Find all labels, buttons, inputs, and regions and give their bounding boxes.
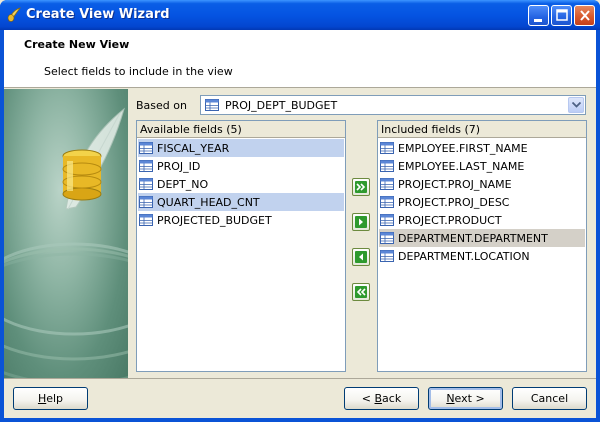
available-fields-header: Available fields (5) (137, 121, 345, 138)
move-left-icon (355, 251, 367, 263)
app-logo-icon (7, 7, 21, 22)
wizard-client-area: Create New View Select fields to include… (4, 30, 596, 418)
wizard-side-image (4, 89, 128, 378)
maximize-button[interactable] (551, 5, 572, 26)
dropdown-button[interactable] (568, 97, 584, 113)
table-field-icon (380, 250, 394, 262)
list-item[interactable]: DEPARTMENT.LOCATION (379, 247, 585, 265)
list-item-label: EMPLOYEE.FIRST_NAME (398, 142, 528, 155)
cancel-button[interactable]: Cancel (512, 387, 587, 410)
title-bar[interactable]: Create View Wizard (0, 0, 600, 30)
list-item-label: FISCAL_YEAR (157, 142, 230, 155)
help-button-label: elp (46, 392, 64, 405)
table-field-icon (205, 99, 219, 111)
next-button[interactable]: Next > (428, 387, 503, 410)
minimize-icon (534, 19, 542, 22)
next-button-mnemonic: N (446, 392, 455, 405)
chevron-down-icon (572, 102, 581, 108)
list-item[interactable]: DEPARTMENT.DEPARTMENT (379, 229, 585, 247)
list-item-label: PROJECTED_BUDGET (157, 214, 272, 227)
minimize-button[interactable] (528, 5, 549, 26)
list-item[interactable]: FISCAL_YEAR (138, 139, 344, 157)
available-fields-header-label: Available fields (5) (140, 123, 242, 136)
close-button[interactable] (574, 5, 595, 26)
move-right-icon (355, 216, 367, 228)
close-icon (580, 10, 590, 21)
list-item[interactable]: PROJECTED_BUDGET (138, 211, 344, 229)
move-all-right-icon (355, 181, 367, 193)
database-feather-illustration (4, 107, 128, 378)
table-field-icon (139, 214, 153, 226)
included-fields-list[interactable]: Included fields (7) EMPLOYEE.FIRST_NAME E… (377, 120, 587, 372)
based-on-value: PROJ_DEPT_BUDGET (225, 99, 338, 112)
help-button-mnemonic: H (37, 392, 47, 405)
list-item[interactable]: PROJ_ID (138, 157, 344, 175)
based-on-label: Based on (136, 99, 187, 112)
table-field-icon (380, 178, 394, 190)
list-item[interactable]: PROJECT.PROJ_DESC (379, 193, 585, 211)
table-field-icon (380, 142, 394, 154)
list-item-label: PROJECT.PRODUCT (398, 214, 502, 227)
included-fields-header-label: Included fields (7) (381, 123, 481, 136)
list-item-label: DEPARTMENT.DEPARTMENT (398, 232, 548, 245)
move-all-left-icon (355, 286, 367, 298)
wizard-window: Create View Wizard Create New View Selec… (0, 0, 600, 422)
list-item[interactable]: PROJECT.PRODUCT (379, 211, 585, 229)
back-button-label: ack (382, 392, 402, 405)
move-all-right-button[interactable] (352, 178, 370, 196)
list-item-label: PROJ_ID (157, 160, 201, 173)
back-button-mnemonic: B (374, 392, 383, 405)
table-field-icon (380, 160, 394, 172)
move-right-button[interactable] (352, 213, 370, 231)
list-item-label: EMPLOYEE.LAST_NAME (398, 160, 525, 173)
page-subtitle: Select fields to include in the view (44, 65, 233, 78)
table-field-icon (139, 196, 153, 208)
next-button-label: ext > (454, 392, 485, 405)
table-field-icon (380, 196, 394, 208)
based-on-dropdown[interactable]: PROJ_DEPT_BUDGET (200, 95, 586, 115)
included-fields-header: Included fields (7) (378, 121, 586, 138)
table-field-icon (139, 178, 153, 190)
table-field-icon (380, 232, 394, 244)
list-item-label: PROJECT.PROJ_NAME (398, 178, 512, 191)
list-item-label: PROJECT.PROJ_DESC (398, 196, 510, 209)
cancel-button-label: Cancel (530, 392, 569, 405)
bottom-separator (4, 378, 596, 379)
back-button-arrow: < (361, 392, 375, 405)
maximize-icon (556, 9, 568, 21)
table-field-icon (139, 142, 153, 154)
window-title: Create View Wizard (26, 7, 170, 22)
move-all-left-button[interactable] (352, 283, 370, 301)
help-button[interactable]: Help (13, 387, 88, 410)
wizard-header: Create New View Select fields to include… (4, 30, 596, 88)
list-item[interactable]: PROJECT.PROJ_NAME (379, 175, 585, 193)
page-title: Create New View (24, 38, 130, 51)
list-item[interactable]: EMPLOYEE.FIRST_NAME (379, 139, 585, 157)
available-fields-list[interactable]: Available fields (5) FISCAL_YEAR PROJ_ID D… (136, 120, 346, 372)
list-item-label: QUART_HEAD_CNT (157, 196, 260, 209)
list-item-label: DEPARTMENT.LOCATION (398, 250, 530, 263)
move-left-button[interactable] (352, 248, 370, 266)
back-button[interactable]: < Back (344, 387, 419, 410)
list-item[interactable]: EMPLOYEE.LAST_NAME (379, 157, 585, 175)
list-item[interactable]: DEPT_NO (138, 175, 344, 193)
list-item[interactable]: QUART_HEAD_CNT (138, 193, 344, 211)
list-item-label: DEPT_NO (157, 178, 209, 191)
table-field-icon (380, 214, 394, 226)
table-field-icon (139, 160, 153, 172)
